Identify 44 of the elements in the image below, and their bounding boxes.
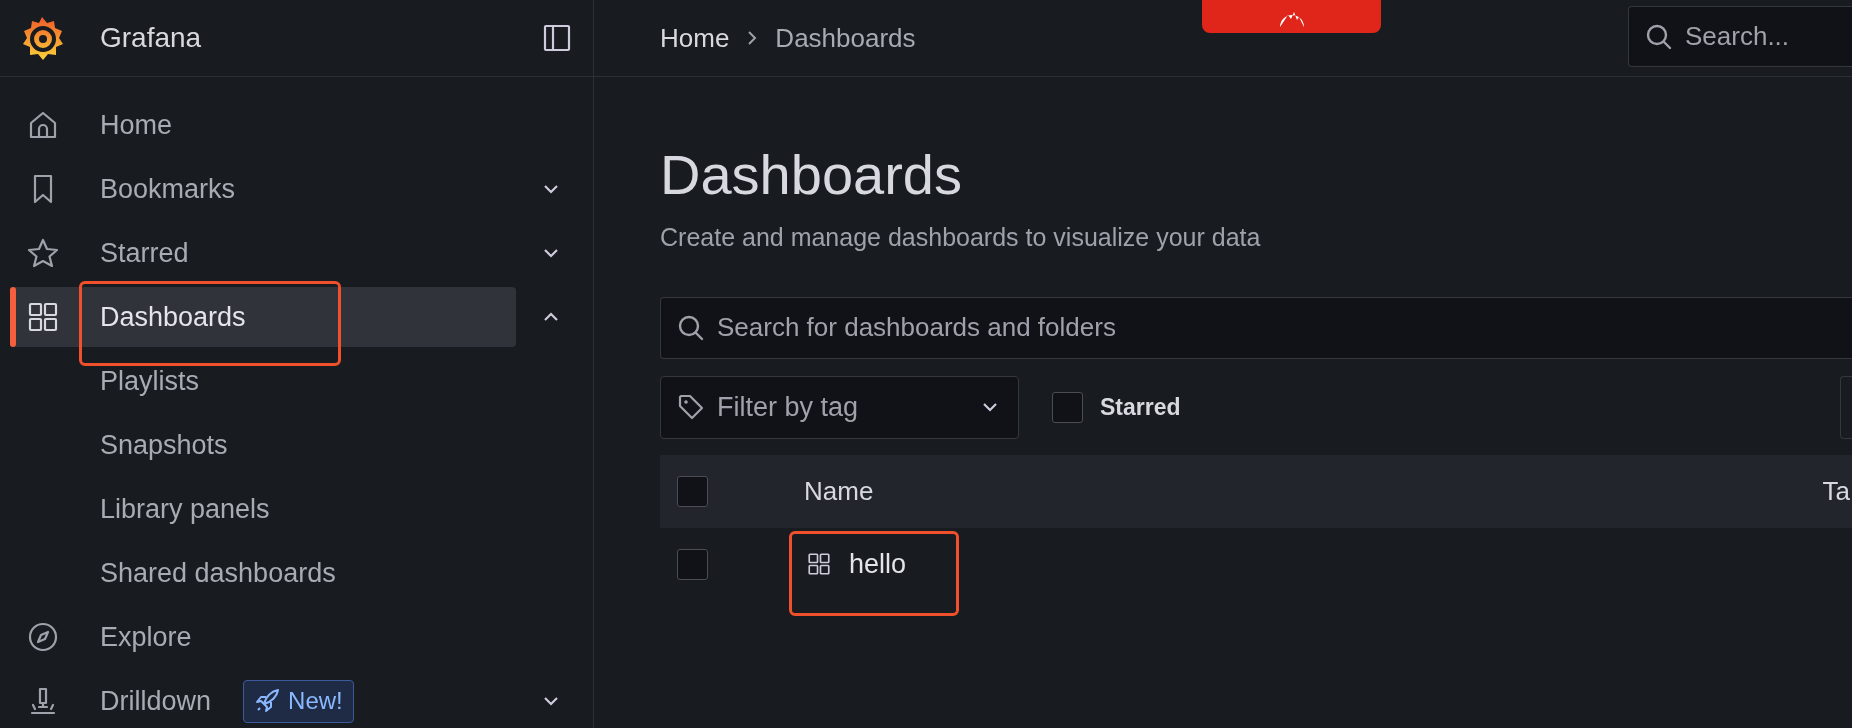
checkbox-label: Starred (1100, 392, 1181, 422)
new-badge: New! (243, 679, 354, 723)
nav-item[interactable]: Drilldown (100, 680, 212, 722)
page-title: Dashboards (660, 143, 963, 207)
search-field[interactable]: Search for dashboards and folders (660, 296, 1852, 359)
breadcrumb-link[interactable]: Home (660, 18, 730, 58)
expand-chevron-icon[interactable] (543, 696, 559, 706)
breadcrumb-chevron-icon (747, 30, 758, 46)
nav-subitem[interactable]: Snapshots (100, 431, 228, 459)
compass-icon (27, 621, 59, 653)
nav-item[interactable]: Bookmarks (100, 168, 236, 210)
caret-icon (982, 402, 998, 412)
nav-item[interactable]: Home (100, 104, 173, 146)
checkbox[interactable] (677, 475, 708, 507)
home-icon (27, 109, 59, 141)
grid-icon (807, 552, 831, 576)
checkbox[interactable] (1052, 391, 1083, 423)
page-subtitle: Create and manage dashboards to visualize your data (660, 222, 1262, 253)
search-icon (677, 313, 705, 342)
dashboard-link[interactable]: hello (849, 543, 907, 585)
grid-icon (27, 301, 59, 333)
collapse-chevron-icon[interactable] (543, 312, 559, 322)
search-field[interactable]: Search... (1628, 6, 1852, 67)
search-icon (1645, 22, 1673, 51)
nav-subitem[interactable]: Library panels (100, 495, 270, 523)
column-header[interactable]: Ta (1822, 471, 1850, 511)
dock-menu-icon[interactable] (543, 24, 571, 52)
app-name: Grafana (100, 21, 203, 55)
active-indicator (10, 287, 16, 347)
expand-chevron-icon[interactable] (543, 184, 559, 194)
star-icon (27, 237, 59, 269)
nav-subitem[interactable]: Playlists (100, 367, 200, 395)
tag-icon (677, 393, 705, 421)
toggle-button[interactable] (1840, 375, 1852, 439)
breadcrumb-link[interactable]: Dashboards (775, 18, 916, 58)
tag-filter-dropdown[interactable]: Filter by tag (660, 375, 1019, 439)
nav-subitem[interactable]: Shared dashboards (100, 559, 336, 587)
nav-item[interactable]: Dashboards (100, 296, 246, 338)
nav-item[interactable]: Starred (100, 232, 189, 274)
rocket-icon (254, 688, 281, 714)
expand-chevron-icon[interactable] (543, 248, 559, 258)
checkbox[interactable] (677, 548, 708, 580)
nav-item[interactable]: Explore (100, 616, 192, 658)
column-header[interactable]: Name (804, 471, 1823, 511)
